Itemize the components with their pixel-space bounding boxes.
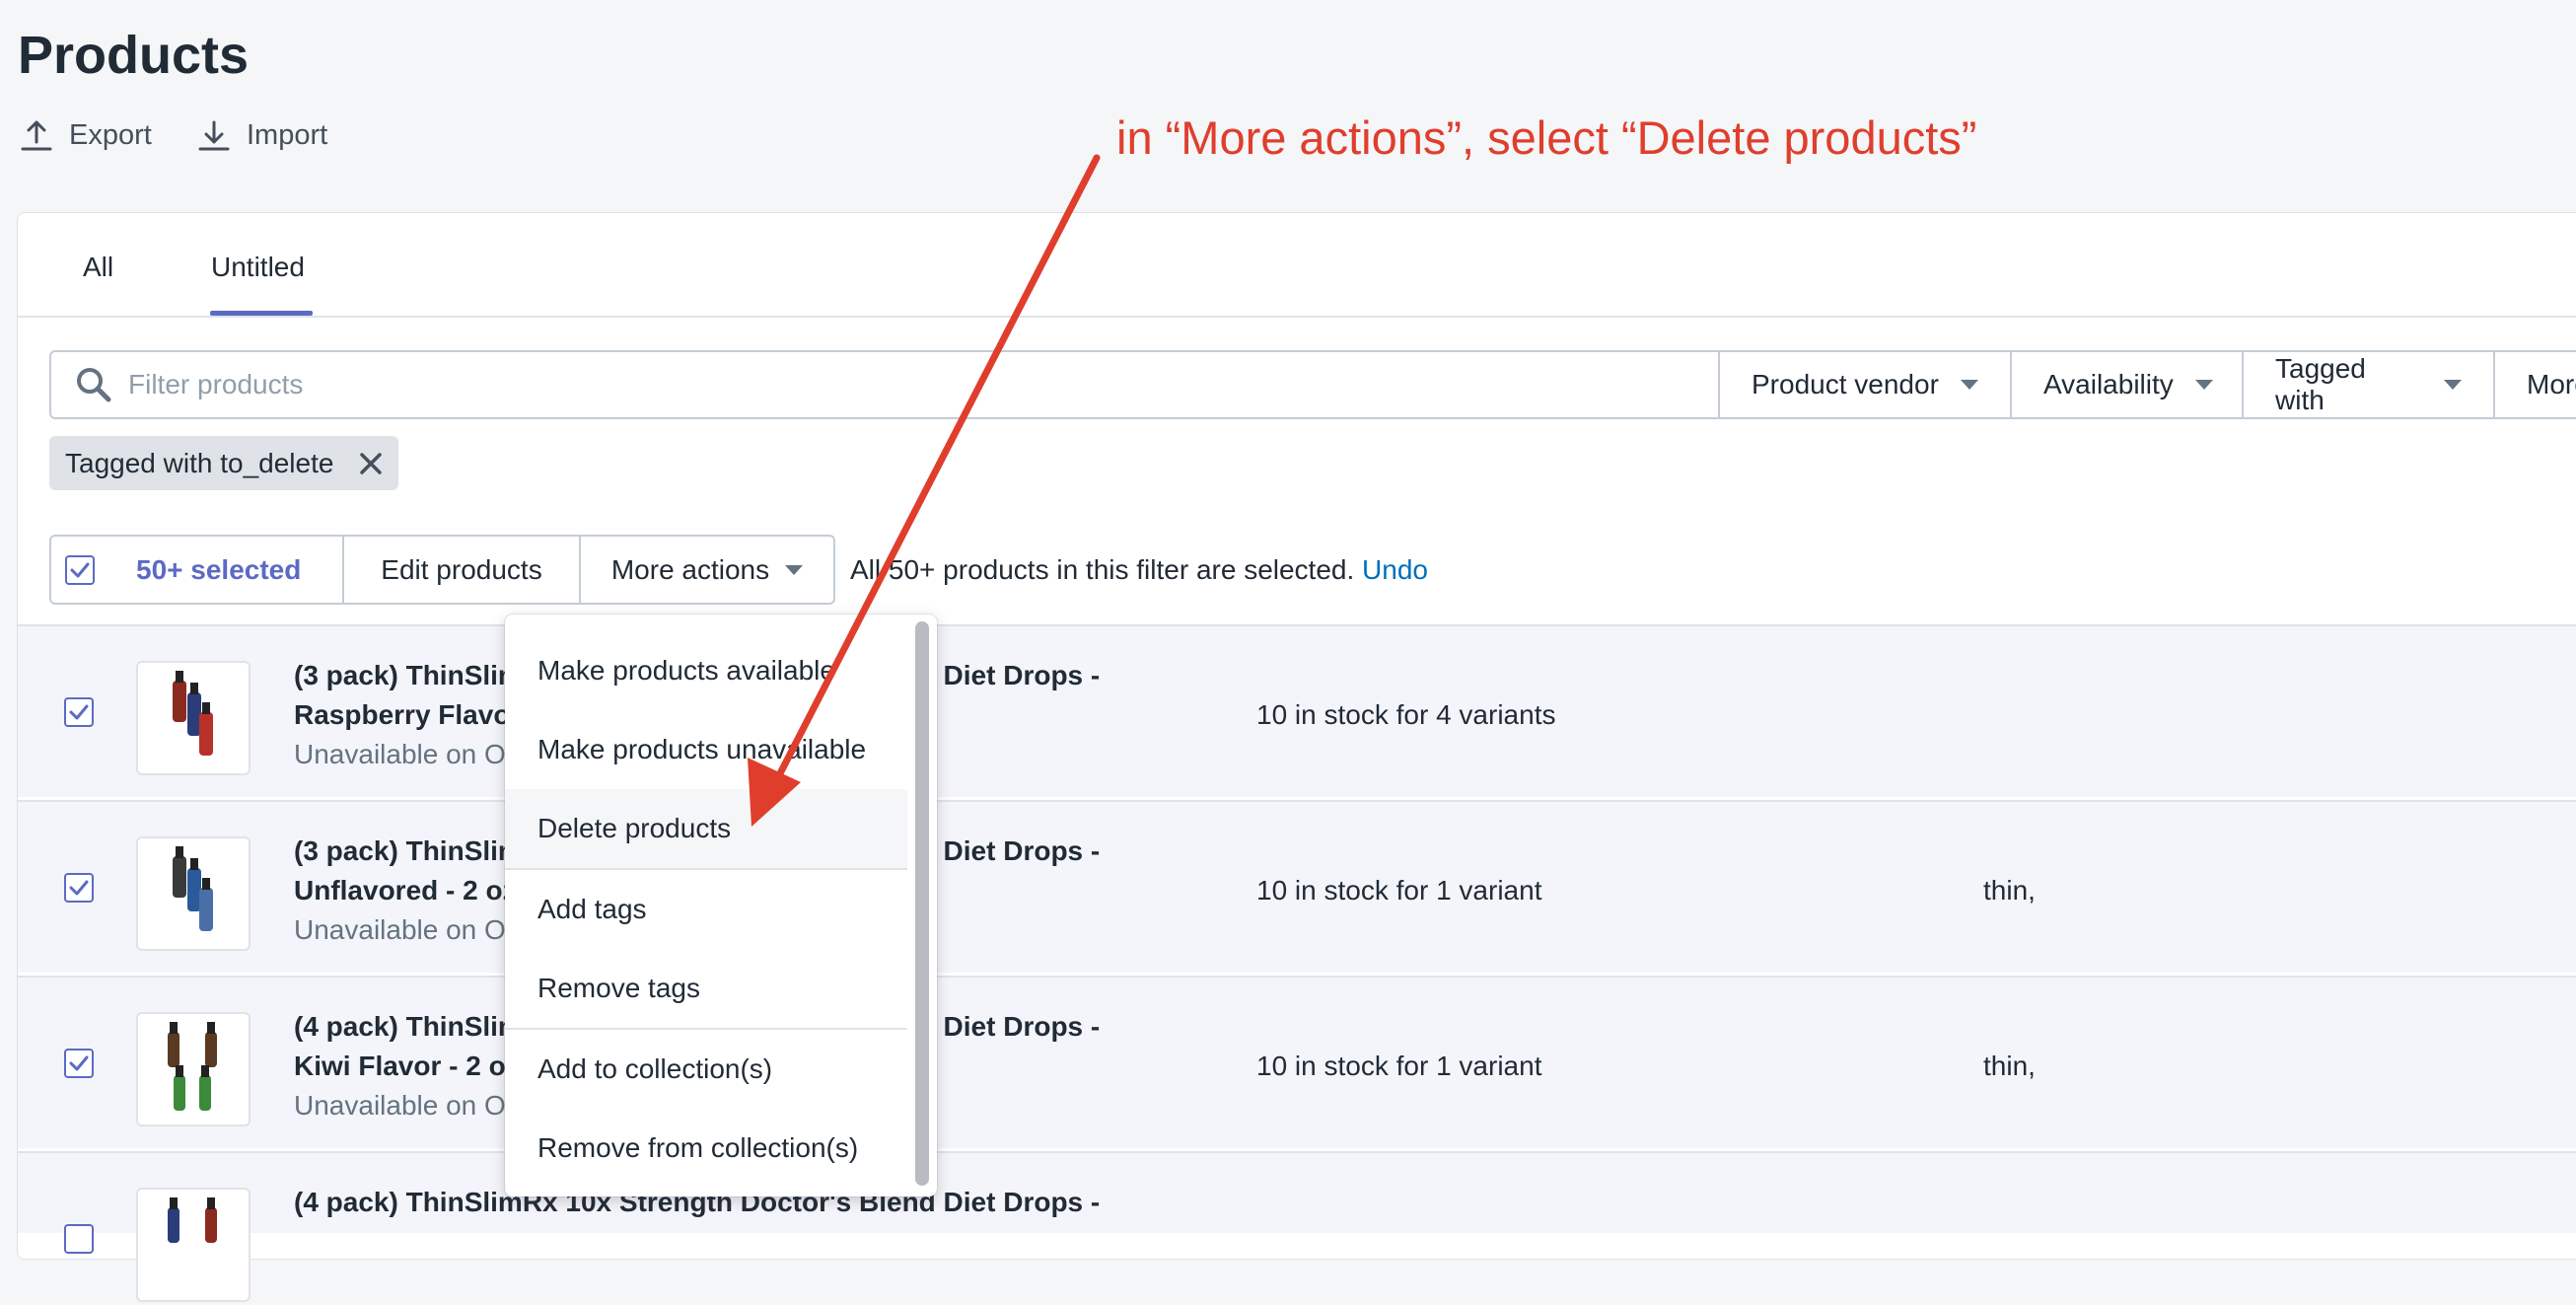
page-title: Products (18, 26, 250, 85)
menu-item-add-to-collection[interactable]: Add to collection(s) (505, 1030, 907, 1109)
product-bottles-image (173, 846, 213, 931)
caret-down-icon (2194, 380, 2213, 390)
more-actions-button[interactable]: More actions (581, 537, 833, 603)
select-all-checkbox[interactable] (65, 554, 95, 585)
caret-down-icon (1960, 380, 1978, 390)
tagged-with-label: Tagged with (2275, 353, 2366, 415)
checkmark-icon (69, 1055, 89, 1071)
applied-filter-chip: Tagged with to_delete (49, 436, 399, 490)
row-checkbox[interactable] (64, 873, 94, 903)
table-row[interactable]: (4 pack) ThinSlimRx 10x Strength Doctor'… (18, 1151, 2576, 1302)
selection-message: All 50+ products in this filter are sele… (850, 554, 1428, 586)
inventory-status: 10 in stock for 1 variant (1256, 1051, 1542, 1081)
availability-filter[interactable]: Availability (2010, 352, 2242, 417)
more-filters-button[interactable]: More filters (2493, 352, 2576, 417)
more-actions-menu: Make products available Make products un… (505, 615, 937, 1196)
select-all-control[interactable]: 50+ selected (51, 537, 344, 603)
product-tags: thin, (1983, 1051, 2036, 1081)
bulk-actions-bar: 50+ selected Edit products More actions (49, 535, 835, 605)
product-thumbnail (136, 661, 250, 775)
product-thumbnail (136, 836, 250, 951)
import-button[interactable]: Import (197, 118, 327, 152)
availability-label: Availability (2043, 369, 2174, 399)
product-tags: thin, (1983, 875, 2036, 906)
selection-message-text: All 50+ products in this filter are sele… (850, 554, 1355, 585)
export-icon (21, 120, 52, 151)
checkmark-icon (69, 704, 89, 720)
edit-products-button[interactable]: Edit products (344, 537, 581, 603)
more-filters-label: More filters (2527, 369, 2576, 399)
tabs-divider (18, 316, 2576, 318)
tab-untitled[interactable]: Untitled (211, 252, 305, 283)
more-actions-label: More actions (610, 553, 770, 585)
filter-products-input[interactable] (79, 352, 1706, 417)
menu-item-delete-products[interactable]: Delete products (505, 789, 907, 868)
product-thumbnail (136, 1188, 250, 1302)
row-checkbox[interactable] (64, 1224, 94, 1254)
inventory-status: 10 in stock for 4 variants (1256, 699, 1556, 730)
import-icon (198, 120, 230, 151)
product-vendor-label: Product vendor (1752, 369, 1939, 399)
export-label: Export (69, 118, 152, 151)
tagged-with-filter[interactable]: Tagged with (2242, 352, 2493, 417)
edit-products-label: Edit products (381, 553, 542, 585)
import-label: Import (247, 118, 328, 151)
product-bottles-image (168, 1197, 217, 1243)
table-row[interactable]: (4 pack) ThinSlimRx 10x Strength Doctor'… (18, 976, 2576, 1148)
product-thumbnail (136, 1012, 250, 1126)
undo-link[interactable]: Undo (1362, 554, 1428, 585)
applied-filter-label: Tagged with to_delete (65, 447, 334, 478)
product-bottles-image (173, 671, 213, 756)
caret-down-icon (2444, 380, 2462, 390)
menu-item-remove-tags[interactable]: Remove tags (505, 949, 907, 1028)
menu-item-remove-from-collection[interactable]: Remove from collection(s) (505, 1109, 907, 1188)
menu-item-add-tags[interactable]: Add tags (505, 870, 907, 949)
product-vendor-filter[interactable]: Product vendor (1718, 352, 2010, 417)
tab-all[interactable]: All (83, 252, 113, 283)
menu-item-make-available[interactable]: Make products available (505, 631, 907, 710)
caret-down-icon (785, 564, 804, 575)
table-row[interactable]: (3 pack) ThinSlimRx 10x Strength Doctor'… (18, 800, 2576, 973)
checkmark-icon (69, 880, 89, 896)
table-row[interactable]: (3 pack) ThinSlimRx 10x Strength Doctor'… (18, 624, 2576, 797)
export-button[interactable]: Export (20, 118, 152, 152)
menu-scrollbar[interactable] (915, 621, 929, 1186)
selected-count: 50+ selected (136, 553, 302, 585)
inventory-status: 10 in stock for 1 variant (1256, 875, 1542, 906)
product-bottles-image (168, 1022, 217, 1111)
checkmark-icon (70, 562, 90, 577)
row-checkbox[interactable] (64, 1049, 94, 1078)
menu-item-make-unavailable[interactable]: Make products unavailable (505, 710, 907, 789)
annotation-text: in “More actions”, select “Delete produc… (1116, 111, 1977, 164)
active-tab-indicator (210, 311, 313, 316)
close-icon[interactable] (357, 450, 385, 477)
row-checkbox[interactable] (64, 697, 94, 727)
